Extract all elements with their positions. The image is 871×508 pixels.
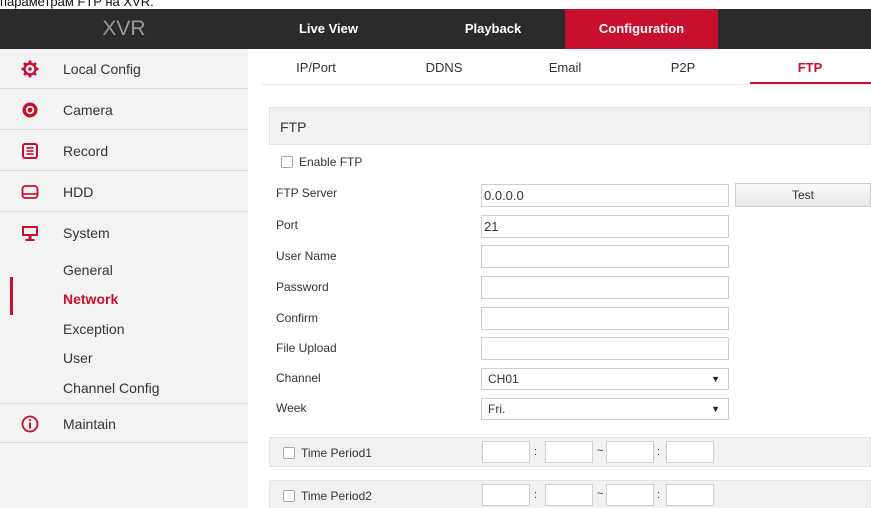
- sidebar-item-label: Camera: [63, 102, 113, 118]
- logo: XVR: [102, 17, 146, 40]
- time-colon: :: [657, 489, 661, 501]
- subtab-divider: [262, 84, 871, 85]
- enable-ftp-label: Enable FTP: [299, 155, 363, 169]
- camera-lens-icon: [22, 102, 38, 118]
- top-navigation-bar: XVR Live View Playback Configuration: [0, 9, 871, 49]
- time-period-row: Time Period1 : ~ :: [269, 437, 871, 467]
- dropdown-arrow-icon: ▼: [711, 374, 720, 384]
- channel-select[interactable]: CH01 ▼: [481, 368, 729, 390]
- sidebar-item-label: Local Config: [63, 61, 141, 77]
- record-icon: [22, 143, 38, 159]
- sidebar: Local Config Camera Record HDD System Ge…: [0, 49, 248, 508]
- ftp-section-header: FTP: [269, 107, 871, 145]
- port-label: Port: [276, 218, 299, 232]
- password-input[interactable]: [481, 276, 729, 299]
- sidebar-item-maintain[interactable]: Maintain: [0, 403, 248, 443]
- sidebar-subitem-channel-config[interactable]: Channel Config: [63, 380, 160, 396]
- tab-playback[interactable]: Playback: [419, 9, 567, 49]
- file-upload-label: File Upload: [276, 341, 337, 355]
- time-period1-label: Time Period1: [301, 446, 372, 460]
- channel-selected-value: CH01: [488, 372, 519, 386]
- ftp-server-input[interactable]: 0.0.0.0: [481, 184, 729, 207]
- sidebar-item-label: Record: [63, 143, 109, 159]
- end-minute-input[interactable]: [666, 484, 714, 506]
- sidebar-item-system[interactable]: System: [0, 213, 248, 253]
- subtab-ip-port[interactable]: IP/Port: [262, 56, 370, 80]
- sidebar-subitem-general[interactable]: General: [63, 262, 113, 278]
- end-hour-input[interactable]: [606, 441, 654, 463]
- port-input[interactable]: 21: [481, 215, 729, 238]
- sidebar-item-hdd[interactable]: HDD: [0, 172, 248, 212]
- tab-live-view[interactable]: Live View: [262, 9, 395, 49]
- time-range-separator: ~: [597, 488, 604, 500]
- time-colon: :: [534, 489, 538, 501]
- enable-ftp-checkbox[interactable]: [281, 156, 293, 168]
- time-colon: :: [534, 446, 538, 458]
- time-period-row: Time Period2 : ~ :: [269, 480, 871, 508]
- subtab-p2p[interactable]: P2P: [629, 56, 737, 80]
- start-minute-input[interactable]: [545, 441, 593, 463]
- sidebar-item-label: Maintain: [63, 416, 116, 432]
- sidebar-item-local-config[interactable]: Local Config: [0, 49, 248, 89]
- channel-label: Channel: [276, 371, 321, 385]
- confirm-input[interactable]: [481, 307, 729, 330]
- active-subtab-underline: [750, 82, 871, 84]
- monitor-icon: [22, 226, 38, 241]
- start-minute-input[interactable]: [545, 484, 593, 506]
- page-caption: параметрам FTP на XVR.: [0, 0, 154, 9]
- time-period2-checkbox[interactable]: [283, 490, 295, 502]
- ftp-server-label: FTP Server: [276, 186, 338, 200]
- username-input[interactable]: [481, 245, 729, 268]
- section-title: FTP: [280, 119, 307, 135]
- subtab-ddns[interactable]: DDNS: [390, 56, 498, 80]
- sidebar-subitem-user[interactable]: User: [63, 350, 93, 366]
- test-button[interactable]: Test: [735, 183, 871, 207]
- file-upload-input[interactable]: [481, 337, 729, 360]
- hdd-icon: [21, 185, 39, 199]
- time-colon: :: [657, 446, 661, 458]
- tab-configuration[interactable]: Configuration: [565, 9, 718, 49]
- week-select[interactable]: Fri. ▼: [481, 398, 729, 420]
- time-period1-checkbox[interactable]: [283, 447, 295, 459]
- sidebar-item-label: System: [63, 225, 110, 241]
- confirm-label: Confirm: [276, 311, 319, 325]
- start-hour-input[interactable]: [482, 441, 530, 463]
- time-period2-label: Time Period2: [301, 489, 372, 503]
- end-minute-input[interactable]: [666, 441, 714, 463]
- week-selected-value: Fri.: [488, 402, 506, 416]
- time-range-separator: ~: [597, 445, 604, 457]
- week-label: Week: [276, 401, 307, 415]
- sidebar-item-camera[interactable]: Camera: [0, 90, 248, 130]
- sidebar-item-label: HDD: [63, 184, 94, 200]
- info-icon: [21, 415, 39, 433]
- subtab-email[interactable]: Email: [511, 56, 619, 80]
- gear-icon: [21, 60, 39, 78]
- end-hour-input[interactable]: [606, 484, 654, 506]
- active-subitem-marker: [10, 277, 13, 315]
- username-label: User Name: [276, 249, 337, 263]
- password-label: Password: [276, 280, 329, 294]
- dropdown-arrow-icon: ▼: [711, 404, 720, 414]
- sidebar-subitem-network[interactable]: Network: [63, 291, 118, 307]
- subtab-ftp[interactable]: FTP: [756, 56, 864, 80]
- start-hour-input[interactable]: [482, 484, 530, 506]
- sidebar-item-record[interactable]: Record: [0, 131, 248, 171]
- sidebar-subitem-exception[interactable]: Exception: [63, 321, 124, 337]
